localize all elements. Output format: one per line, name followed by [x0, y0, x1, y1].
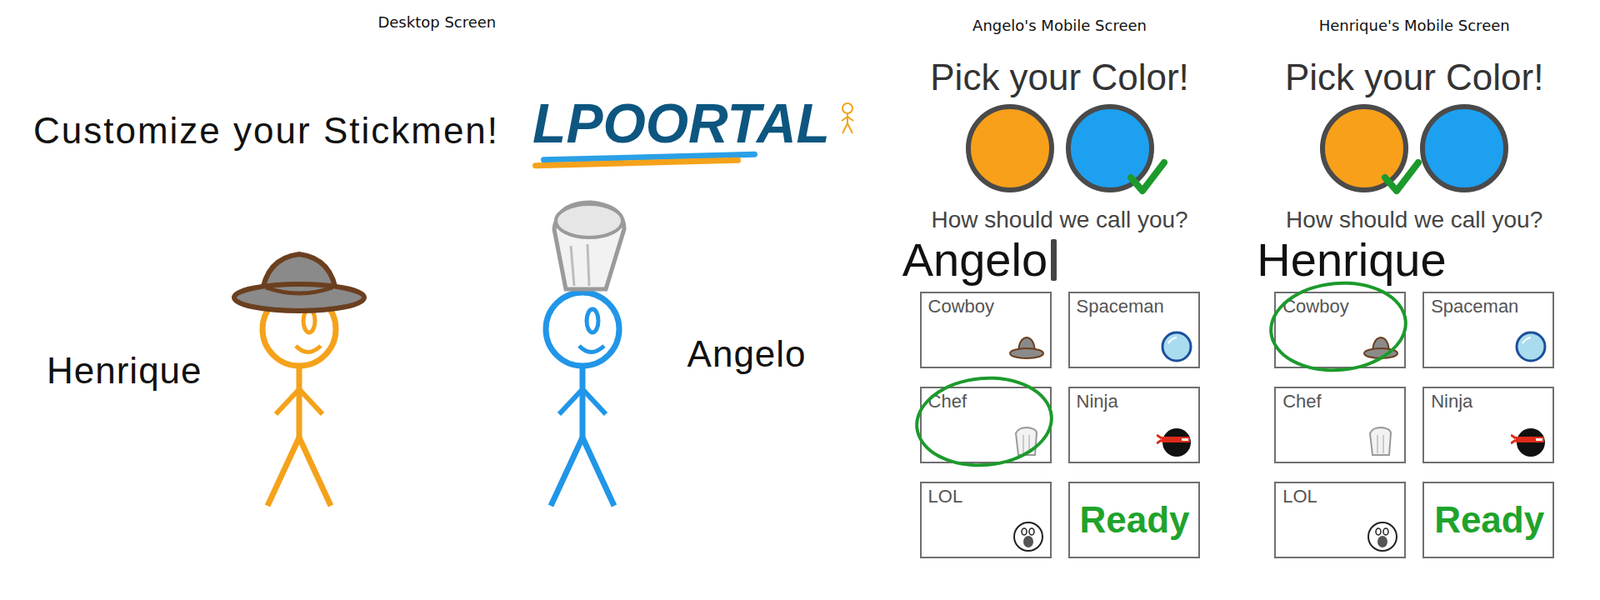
name-value: Angelo	[902, 234, 1048, 286]
pick-color-title: Pick your Color!	[1285, 56, 1545, 100]
hat-option-label: Ninja	[1430, 391, 1548, 412]
chef-hat-icon	[554, 202, 625, 290]
screen-label: Angelo's Mobile Screen	[972, 16, 1147, 35]
name-prompt: How should we call you?	[1285, 205, 1543, 235]
space-helmet-icon	[1510, 330, 1548, 364]
name-field[interactable]: Angelo	[902, 233, 1057, 287]
screen-label: Henrique's Mobile Screen	[1319, 16, 1510, 35]
color-option[interactable]	[1320, 104, 1409, 193]
hat-option[interactable]: Ninja	[1422, 386, 1555, 464]
player-name: Henrique	[46, 316, 203, 392]
ninja-mask-icon	[1156, 425, 1194, 459]
hat-option[interactable]: Chef	[1274, 386, 1406, 464]
ninja-mask-icon	[1510, 425, 1548, 459]
ready-button[interactable]: Ready	[1422, 481, 1555, 559]
selected-ring	[910, 370, 1057, 473]
stickmen-row: Henrique Angelo	[0, 170, 875, 513]
hat-option-label: Cowboy	[1282, 296, 1400, 317]
name-field[interactable]: Henrique	[1256, 233, 1446, 287]
lol-face-icon	[1362, 520, 1400, 554]
hat-option[interactable]: LOL	[920, 481, 1052, 559]
screen-label: Desktop Screen	[0, 13, 875, 32]
hat-option-label: Ninja	[1076, 391, 1194, 412]
hat-option-label: LOL	[1282, 486, 1400, 507]
ready-label: Ready	[1434, 499, 1545, 541]
hat-option-label: Spaceman	[1430, 296, 1548, 317]
pick-color-title: Pick your Color!	[930, 56, 1190, 100]
color-option[interactable]	[965, 104, 1055, 193]
page: Desktop Screen Customize your Stickmen! LP…	[0, 0, 1600, 600]
space-helmet-icon	[1156, 330, 1194, 364]
heading-row: Customize your Stickmen! LPOORTAL	[0, 31, 875, 171]
name-prompt: How should we call you?	[930, 205, 1188, 235]
hat-option[interactable]: LOL	[1274, 481, 1406, 559]
customize-heading: Customize your Stickmen!	[33, 110, 500, 152]
hat-option-label: LOL	[928, 486, 1045, 507]
hat-option-label: Chef	[1282, 391, 1400, 412]
cowboy-hat-icon	[1008, 330, 1045, 364]
ready-label: Ready	[1079, 499, 1190, 541]
cowboy-hat-icon	[234, 254, 365, 311]
mobile-screen: Angelo's Mobile Screen Pick your Color! Ho…	[890, 0, 1230, 600]
player: Angelo	[499, 195, 807, 513]
hat-option-label: Cowboy	[928, 296, 1045, 317]
check-icon	[1127, 159, 1168, 196]
hat-option-label: Chef	[928, 391, 1045, 412]
hat-option[interactable]: Chef	[920, 386, 1052, 464]
hat-option[interactable]: Cowboy	[920, 291, 1052, 369]
stickman-figure	[215, 195, 391, 513]
hat-option-label: Spaceman	[1076, 296, 1194, 317]
player-name: Angelo	[687, 333, 807, 375]
hat-option[interactable]: Ninja	[1068, 386, 1200, 464]
logo-text: LPOORTAL	[532, 95, 830, 153]
desktop-screen: Desktop Screen Customize your Stickmen! LP…	[0, 0, 875, 600]
check-icon	[1381, 159, 1422, 196]
stickman-figure	[499, 195, 675, 513]
ready-button[interactable]: Ready	[1068, 481, 1200, 559]
chef-hat-icon	[1362, 425, 1400, 459]
hat-options: Cowboy Spaceman Chef Ninja LOL Ready	[920, 291, 1200, 559]
hat-option[interactable]: Cowboy	[1274, 291, 1406, 369]
logo: LPOORTAL	[532, 90, 864, 171]
cowboy-hat-icon	[1362, 330, 1400, 364]
hat-option[interactable]: Spaceman	[1422, 291, 1555, 369]
lol-face-icon	[1008, 520, 1045, 554]
player: Henrique	[46, 195, 391, 513]
chef-hat-icon	[1008, 425, 1045, 459]
text-caret	[1050, 239, 1057, 281]
color-choices	[965, 104, 1155, 193]
hat-options: Cowboy Spaceman Chef Ninja LOL Ready	[1274, 291, 1555, 559]
logo-stickman-icon	[835, 98, 860, 135]
color-option[interactable]	[1065, 104, 1155, 193]
logo-underline	[532, 154, 830, 166]
color-option[interactable]	[1420, 104, 1509, 193]
color-choices	[1320, 104, 1509, 193]
selected-ring	[1265, 275, 1412, 378]
name-value: Henrique	[1256, 234, 1446, 286]
mobile-screen: Henrique's Mobile Screen Pick your Color!…	[1245, 0, 1584, 600]
hat-option[interactable]: Spaceman	[1068, 291, 1200, 369]
